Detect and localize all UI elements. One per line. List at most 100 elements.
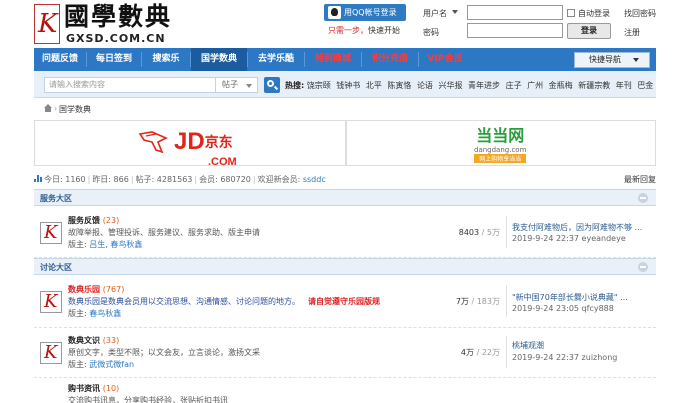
last-post-title[interactable]: 我支付阿难物后，因为阿难物不够 ... xyxy=(512,222,642,233)
nav-item-checkin[interactable]: 每日签到 xyxy=(87,48,141,71)
hot-term[interactable]: 年刊 xyxy=(616,81,632,90)
section-header: 服务大区 xyxy=(34,189,656,206)
password-label: 密码 xyxy=(423,28,439,37)
password-input[interactable] xyxy=(467,23,563,38)
latest-reply-link[interactable]: 最新回复 xyxy=(624,174,656,185)
dangdang-logo-text: 当当网 xyxy=(476,126,525,145)
nav-item-mall[interactable]: 特别商城 xyxy=(305,48,361,71)
nav-item-gxsd[interactable]: 国学数典 xyxy=(191,48,247,71)
nav-item-feedback[interactable]: 问题反馈 xyxy=(34,48,86,71)
jd-logo-com: .COM xyxy=(208,156,237,168)
forum-moderators: 版主: 吕生, 春鸟秋鑫 xyxy=(68,239,142,250)
collapse-icon[interactable] xyxy=(638,262,648,272)
quick-start-link[interactable]: 快速开始 xyxy=(368,26,400,35)
breadcrumb[interactable]: 国学数典 xyxy=(59,104,91,115)
jd-logo-cn: 京东 xyxy=(204,134,233,150)
login-button[interactable]: 登录 xyxy=(567,23,611,39)
hot-term[interactable]: 新疆宗教 xyxy=(578,81,610,90)
quick-nav-label: 快捷导航 xyxy=(589,55,621,64)
forum-posts: 22万 xyxy=(481,348,500,357)
hot-term[interactable]: 广州 xyxy=(527,81,543,90)
last-post-meta[interactable]: 2019-9-24 22:37 zuizhong xyxy=(512,353,617,362)
main-nav: 问题反馈 每日签到 搜索乐 国学数典 去学乐酷 特别商城 积分充值 VIP会员 xyxy=(34,48,656,71)
forum-today-count: (767) xyxy=(102,285,125,294)
hot-term[interactable]: 兴华报 xyxy=(438,81,462,90)
qq-login-button[interactable]: 用QQ帐号登录 xyxy=(324,4,406,21)
stats-yesterday: 昨日: 866 xyxy=(92,175,129,184)
moderator-link[interactable]: 武微式微fan xyxy=(89,360,134,369)
forum-icon[interactable]: K xyxy=(40,222,62,244)
forum-stats: 今日: 1160 | 昨日: 866 | 帖子: 4281563 | 会员: 680720 |… xyxy=(44,175,326,184)
forum-name[interactable]: 数典文识 (33) xyxy=(68,335,119,346)
collapse-icon[interactable] xyxy=(638,193,648,203)
forum-rules-notice[interactable]: 请自觉遵守乐园版规 xyxy=(308,297,380,306)
section-title[interactable]: 服务大区 xyxy=(40,193,72,204)
hot-search: 热搜: 饶宗颐 钱钟书 北平 陈寅恪 论语 兴华报 青年进步 庄子 广州 金瓶梅… xyxy=(285,80,656,91)
stats-welcome: 欢迎新会员: xyxy=(257,175,301,184)
qq-hint-text: 只需一步， xyxy=(328,26,368,35)
hot-term[interactable]: 金瓶梅 xyxy=(549,81,573,90)
forgot-password-link[interactable]: 找回密码 xyxy=(624,8,656,19)
forum-desc: 原创文字，类型不限；以文会友，立言谈论，激扬文采 xyxy=(68,348,260,357)
hot-search-label: 热搜: xyxy=(285,81,305,90)
nav-item-recharge[interactable]: 积分充值 xyxy=(362,48,418,71)
forum-name-text[interactable]: 数典乐园 xyxy=(68,285,100,294)
hot-term[interactable]: 论语 xyxy=(417,81,433,90)
nav-item-vip[interactable]: VIP会员 xyxy=(419,48,471,71)
forum-row: K 服务反馈 (23) 故障举报、管理投诉、服务建议、服务求助、版主申请 版主:… xyxy=(34,206,656,258)
search-button[interactable] xyxy=(264,77,280,93)
nav-item-xuekoo[interactable]: 去学乐酷 xyxy=(248,48,304,71)
forum-desc: 故障举报、管理投诉、服务建议、服务求助、版主申请 xyxy=(68,228,260,237)
quick-nav-button[interactable]: 快捷导航 xyxy=(574,52,650,68)
forum-name[interactable]: 服务反馈 (23) xyxy=(68,215,119,226)
username-label: 用户名 xyxy=(423,9,447,18)
forum-icon[interactable]: K xyxy=(40,291,62,313)
section-title[interactable]: 讨论大区 xyxy=(40,262,72,273)
qq-login-label: 用QQ帐号登录 xyxy=(344,8,397,17)
forum-topics: 8403 xyxy=(458,228,480,237)
hot-term[interactable]: 巴金 xyxy=(637,81,653,90)
auto-login-checkbox[interactable] xyxy=(567,9,575,17)
last-post-title[interactable]: "新中国70年部长爨小说典藏" ... xyxy=(512,292,628,303)
search-type-select[interactable]: 帖子 xyxy=(216,77,258,93)
last-post-meta[interactable]: 2019-9-24 23:05 qfcy888 xyxy=(512,304,614,313)
forum-desc-text: 数典乐园是数典会员用以交流思想、沟通情感、讨论问题的地方。 xyxy=(68,297,300,306)
qq-icon xyxy=(328,6,341,19)
forum-today-count: (23) xyxy=(102,216,120,225)
last-post-meta[interactable]: 2019-9-24 22:37 eyeandeye xyxy=(512,234,626,243)
hot-term[interactable]: 庄子 xyxy=(506,81,522,90)
moderator-link[interactable]: 吕生, 春鸟秋鑫 xyxy=(89,240,142,249)
hot-term[interactable]: 饶宗颐 xyxy=(307,81,331,90)
nav-item-search[interactable]: 搜索乐 xyxy=(142,48,190,71)
forum-icon[interactable]: K xyxy=(40,342,62,364)
mod-label: 版主: xyxy=(68,360,87,369)
hot-term[interactable]: 北平 xyxy=(366,81,382,90)
forum-name[interactable]: 购书资讯 (10) xyxy=(68,383,119,394)
auto-login-label: 自动登录 xyxy=(578,9,610,18)
forum-row: K 数典乐园 (767) 数典乐园是数典会员用以交流思想、沟通情感、讨论问题的地… xyxy=(34,275,656,328)
forum-name-text[interactable]: 购书资讯 xyxy=(68,384,100,393)
forum-today-count: (33) xyxy=(102,336,120,345)
forum-name[interactable]: 数典乐园 (767) xyxy=(68,284,124,295)
forum-desc: 数典乐园是数典会员用以交流思想、沟通情感、讨论问题的地方。 请自觉遵守乐园版规 xyxy=(68,296,380,307)
chevron-down-icon[interactable] xyxy=(452,10,458,14)
last-post-title[interactable]: 桃埔观潮 xyxy=(512,340,544,351)
forum-today-count: (10) xyxy=(102,384,120,393)
mod-label: 版主: xyxy=(68,309,87,318)
hot-term[interactable]: 陈寅恪 xyxy=(387,81,411,90)
new-member-link[interactable]: ssddc xyxy=(303,175,326,184)
register-link[interactable]: 注册 xyxy=(624,27,640,38)
hot-term[interactable]: 钱钟书 xyxy=(336,81,360,90)
username-input[interactable] xyxy=(467,5,563,20)
forum-name-text[interactable]: 服务反馈 xyxy=(68,216,100,225)
stats-members: 会员: 680720 xyxy=(199,175,251,184)
site-logo[interactable]: K xyxy=(34,4,60,44)
search-input[interactable]: 请输入搜索内容 xyxy=(44,77,216,93)
dangdang-slogan: 网上购物享当当 xyxy=(474,154,527,163)
stats-posts: 帖子: 4281563 xyxy=(135,175,193,184)
hot-term[interactable]: 青年进步 xyxy=(468,81,500,90)
moderator-link[interactable]: 春鸟秋鑫 xyxy=(89,309,121,318)
forum-name-text[interactable]: 数典文识 xyxy=(68,336,100,345)
chevron-down-icon xyxy=(246,84,252,88)
home-icon[interactable] xyxy=(44,104,53,112)
